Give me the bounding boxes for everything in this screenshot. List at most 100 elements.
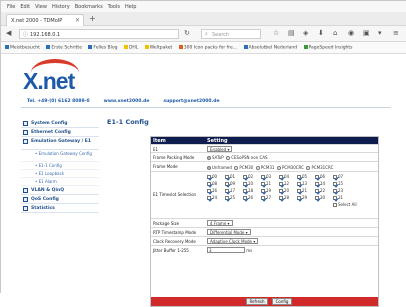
timeslot-label: 00 (212, 174, 218, 179)
select-all-checkbox[interactable]: Select All (333, 202, 357, 207)
star-icon[interactable]: ☆ (273, 29, 279, 37)
menu-file[interactable]: File (7, 4, 15, 12)
website-link[interactable]: www.xnet2000.de (104, 99, 150, 104)
bookmark-item[interactable]: PageSpeed Insights (303, 45, 353, 51)
checkbox-icon (225, 196, 229, 200)
timeslot-checkbox[interactable]: 22 (315, 188, 333, 193)
sidebar-item-statistics[interactable]: Statistics (21, 204, 99, 213)
timeslot-checkbox[interactable]: 27 (261, 195, 279, 200)
timeslot-checkbox[interactable]: 23 (333, 188, 351, 193)
bookmark-item[interactable]: Meistbesucht (5, 45, 40, 51)
sync-icon[interactable]: ▾ (378, 29, 382, 37)
browser-tab[interactable]: X.net 2000 - TDMoIP ✕ (6, 14, 84, 26)
reader-icon[interactable]: ▤ (288, 29, 295, 37)
menu-view[interactable]: View (35, 4, 47, 12)
jitter-buffer-input[interactable]: 3 (207, 247, 245, 253)
menu-icon[interactable]: ≡ (393, 29, 399, 37)
timeslot-checkbox[interactable]: 01 (225, 174, 243, 179)
support-email[interactable]: support@xnet2000.de (163, 99, 219, 104)
bookmark-item[interactable]: Erste Schritte (46, 45, 82, 51)
back-icon[interactable]: ◀ (6, 29, 11, 37)
menu-history[interactable]: History (52, 4, 70, 12)
rtp-mode-select[interactable]: Differential Mode ▾ (207, 229, 251, 235)
timeslot-checkbox[interactable]: 08 (207, 181, 225, 186)
sidebar-item-emulation-gateway[interactable]: Emulation Gateway / E1 (21, 137, 99, 150)
close-icon[interactable]: ✕ (75, 17, 80, 24)
search-input[interactable]: ⌕ Search (201, 29, 261, 39)
timeslot-checkbox[interactable]: 20 (279, 188, 297, 193)
sidebar-subitem-e1-1-config[interactable]: • E1-1 Config (21, 162, 99, 170)
bookmark-item[interactable]: DHL (123, 45, 138, 51)
timeslot-checkbox[interactable]: 29 (297, 195, 315, 200)
cesopsn-radio[interactable] (226, 156, 231, 160)
unframed-radio[interactable] (207, 166, 211, 170)
bookmark-item[interactable]: Weltpaket (144, 45, 172, 51)
timeslot-checkbox[interactable]: 07 (333, 174, 351, 179)
timeslot-checkbox[interactable]: 02 (243, 174, 261, 179)
sidebar-item-ethernet-config[interactable]: Ethernet Config (21, 128, 99, 137)
timeslot-checkbox[interactable]: 12 (279, 181, 297, 186)
timeslot-checkbox[interactable]: 21 (297, 188, 315, 193)
bookmark-item[interactable]: 300 Icon packs for fre... (178, 45, 237, 51)
timeslot-checkbox[interactable]: 00 (207, 174, 225, 179)
sidebar-item-qos-config[interactable]: QoS Config (21, 195, 99, 204)
config-button[interactable]: Config (272, 298, 292, 305)
sidebar-subitem-gateway-config[interactable]: • Emulation Gateway Config (21, 150, 99, 162)
timeslot-checkbox[interactable]: 09 (225, 181, 243, 186)
timeslot-checkbox[interactable]: 15 (333, 181, 351, 186)
timeslot-checkbox[interactable]: 13 (297, 181, 315, 186)
sidebar-item-system-config[interactable]: System Config (21, 119, 99, 128)
timeslot-checkbox[interactable]: 28 (279, 195, 297, 200)
tab-bar: X.net 2000 - TDMoIP ✕ + (1, 12, 406, 26)
timeslot-checkbox[interactable]: 18 (243, 188, 261, 193)
menu-help[interactable]: Help (125, 4, 136, 12)
sidebar-subitem-e1-loopback[interactable]: • E1 Loopback (21, 170, 99, 178)
timeslot-checkbox[interactable]: 11 (261, 181, 279, 186)
addon-icon[interactable]: ◉ (348, 29, 354, 37)
timeslot-checkbox[interactable]: 17 (225, 188, 243, 193)
timeslot-checkbox[interactable]: 05 (297, 174, 315, 179)
row-frame-packing: Frame Packing Mode SAToP CESoPSN non CAS (151, 152, 378, 161)
menu-tools[interactable]: Tools (108, 4, 120, 12)
clock-mode-select[interactable]: Adaptive Clock Mode ▾ (207, 238, 259, 244)
reload-icon[interactable]: ↻ (184, 29, 190, 37)
timeslot-checkbox[interactable]: 03 (261, 174, 279, 179)
timeslot-checkbox[interactable]: 26 (243, 195, 261, 200)
timeslot-checkbox[interactable]: 10 (243, 181, 261, 186)
pocket-icon[interactable]: ◈ (303, 29, 308, 37)
timeslot-checkbox[interactable]: 24 (207, 195, 225, 200)
pcm30crc-radio[interactable] (277, 166, 282, 170)
menu-bookmarks[interactable]: Bookmarks (75, 4, 103, 12)
package-size-select[interactable]: 4 Frame ▾ (207, 220, 233, 226)
row-clock-recovery: Clock Recovery Mode Adaptive Clock Mode … (151, 236, 378, 245)
new-tab-icon[interactable]: + (89, 14, 96, 23)
checkbox-icon (243, 182, 247, 186)
bookmark-item[interactable]: Felles Blog (88, 45, 118, 51)
timeslot-checkbox[interactable]: 31 (333, 195, 351, 200)
button-bar: Refresh Config (151, 297, 378, 306)
pcm31-radio[interactable] (255, 166, 260, 170)
timeslot-checkbox[interactable]: 19 (261, 188, 279, 193)
refresh-button[interactable]: Refresh (246, 298, 268, 305)
home-icon[interactable]: ⌂ (333, 29, 337, 37)
timeslot-checkbox[interactable]: 04 (279, 174, 297, 179)
timeslot-checkbox[interactable]: 16 (207, 188, 225, 193)
pcm31crc-radio[interactable] (306, 166, 311, 170)
download-icon[interactable]: ⬇ (318, 29, 324, 37)
timeslot-checkbox[interactable]: 30 (315, 195, 333, 200)
bookmark-item[interactable]: Absolutbel Nederland (243, 45, 297, 51)
timeslot-label: 18 (248, 188, 254, 193)
extension-icon[interactable]: ▣ (363, 29, 370, 37)
pcm30-radio[interactable] (234, 166, 239, 170)
timeslot-label: 04 (284, 174, 290, 179)
sidebar-subitem-e1-alarm[interactable]: • E1 Alarm (21, 178, 99, 186)
timeslot-checkbox[interactable]: 14 (315, 181, 333, 186)
url-bar[interactable]: ⓘ 192.168.0.1 (19, 29, 179, 39)
timeslot-label: 03 (266, 174, 272, 179)
sidebar-item-vlan-qinq[interactable]: VLAN & QinQ (21, 186, 99, 195)
timeslot-checkbox[interactable]: 25 (225, 195, 243, 200)
checkbox-icon (243, 196, 247, 200)
menu-edit[interactable]: Edit (20, 4, 30, 12)
satop-radio[interactable] (207, 156, 211, 160)
timeslot-checkbox[interactable]: 06 (315, 174, 333, 179)
